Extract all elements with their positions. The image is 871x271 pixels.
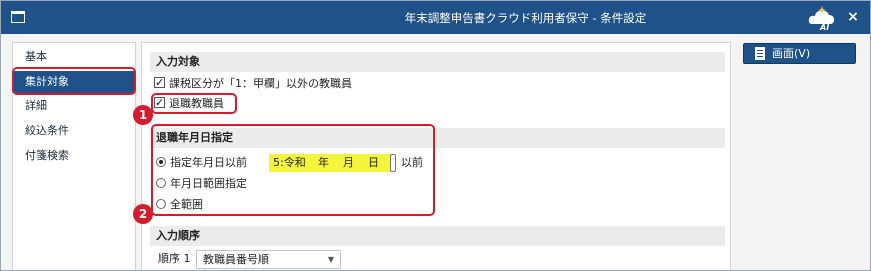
input-order-heading: 入力順序	[150, 226, 725, 246]
tax-class-checkbox[interactable]	[154, 74, 165, 92]
annotation-box-1	[151, 93, 237, 114]
sidebar-item-filter[interactable]: 絞込条件	[13, 120, 135, 142]
document-icon	[755, 47, 765, 60]
annotation-badge-2: 2	[133, 204, 153, 224]
ai-badge-text: AI	[819, 23, 829, 31]
tax-class-label: 課税区分が「1：甲欄」以外の教職員	[169, 77, 352, 90]
tax-class-checkbox-row[interactable]: 課税区分が「1：甲欄」以外の教職員	[154, 74, 352, 93]
title-bar: 年末調整申告書クラウド利用者保守 - 条件設定 AI ×	[1, 1, 870, 34]
annotation-box-sidebar	[12, 67, 136, 95]
screen-button-label: 画面(V)	[772, 47, 811, 60]
close-icon[interactable]: ×	[846, 9, 860, 25]
app-window: 年末調整申告書クラウド利用者保守 - 条件設定 AI × 基本 集計対象 詳細 …	[0, 0, 871, 271]
order-select-value: 教職員番号順	[203, 253, 269, 266]
sidebar-item-sticky-search[interactable]: 付箋検索	[13, 145, 135, 167]
sidebar-item-basic[interactable]: 基本	[13, 46, 135, 68]
annotation-badge-1: 1	[133, 105, 153, 125]
settings-panel: 入力対象 課税区分が「1：甲欄」以外の教職員 退職教職員 退職年月日指定 指定年…	[141, 42, 731, 270]
annotation-box-2	[151, 124, 435, 216]
sidebar-item-detail[interactable]: 詳細	[13, 95, 135, 117]
ai-assistant-icon[interactable]: AI	[807, 5, 837, 31]
order-label: 順序 1	[158, 252, 191, 265]
input-target-heading: 入力対象	[150, 52, 725, 72]
window-title: 年末調整申告書クラウド利用者保守 - 条件設定	[404, 11, 647, 25]
chevron-down-icon: ▼	[327, 255, 334, 264]
order-select[interactable]: 教職員番号順 ▼	[196, 250, 341, 269]
screen-button[interactable]: 画面(V)	[743, 43, 856, 64]
